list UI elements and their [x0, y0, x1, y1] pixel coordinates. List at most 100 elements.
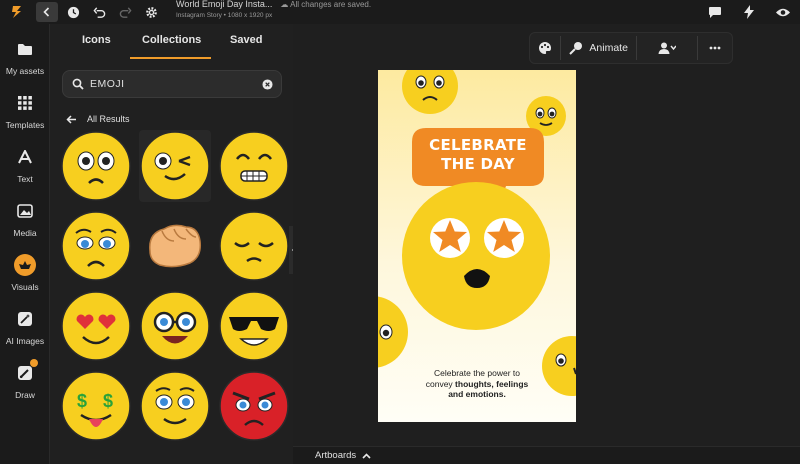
sidebar-item-label: AI Images [5, 336, 45, 346]
save-status-text: All changes are saved. [290, 0, 372, 9]
svg-text:$: $ [77, 391, 87, 411]
chevron-left-icon [43, 7, 50, 17]
emoji-result-grimacing-face[interactable] [218, 130, 290, 202]
redo-button[interactable] [114, 2, 136, 22]
brush-icon [14, 359, 38, 384]
body-line-2: convey thoughts, feelings [378, 379, 576, 390]
bottom-bar: Artboards [293, 446, 800, 464]
bubble-line-1: CELEBRATE [429, 136, 527, 154]
sad-emoji-graphic [402, 70, 458, 114]
artboards-toggle[interactable]: Artboards [315, 450, 371, 461]
artboards-label: Artboards [315, 450, 357, 461]
image-icon [14, 200, 36, 222]
emoji-result-angry-face[interactable] [218, 370, 290, 442]
bubble-headline[interactable]: CELEBRATE THE DAY [412, 136, 544, 174]
sidebar-item-templates[interactable]: Templates [0, 92, 50, 130]
artboard[interactable]: CELEBRATE THE DAY Celebrate the power to… [378, 70, 576, 422]
animate-label: Animate [589, 42, 628, 54]
back-button[interactable] [36, 2, 58, 22]
undo-icon [92, 6, 105, 18]
back-to-all-results[interactable]: All Results [66, 114, 130, 124]
notification-dot [30, 359, 38, 367]
arrow-left-icon [66, 114, 76, 124]
quick-actions-button[interactable] [734, 2, 764, 22]
body-line-2-bold: thoughts, feelings [455, 378, 529, 389]
text-icon [14, 146, 36, 168]
canvas-toolbar: Animate [529, 32, 733, 64]
lightning-icon [744, 5, 754, 19]
sidebar-item-label: Visuals [11, 282, 39, 292]
emoji-result-winking-face[interactable] [139, 130, 211, 202]
gear-icon [145, 6, 157, 18]
back-label: All Results [87, 114, 130, 124]
document-info: World Emoji Day Insta... ☁ All changes a… [176, 0, 372, 20]
emoji-result-money-mouth-face[interactable]: $ $ [60, 370, 132, 442]
poster-body-text[interactable]: Celebrate the power to convey thoughts, … [378, 368, 576, 400]
preview-button[interactable] [768, 2, 798, 22]
tab-saved[interactable]: Saved [230, 34, 262, 46]
animate-button[interactable]: Animate [561, 36, 637, 60]
emoji-result-heart-eyes-face[interactable] [60, 290, 132, 362]
folder-icon [14, 38, 36, 60]
document-subtitle: Instagram Story • 1080 x 1920 px [176, 12, 273, 20]
sidebar-item-label: Draw [15, 390, 35, 400]
settings-button[interactable] [140, 2, 162, 22]
clock-icon [67, 6, 79, 18]
sidebar-item-ai-images[interactable]: AI Images [0, 308, 50, 346]
body-line-2-plain: convey [425, 378, 456, 389]
sidebar-item-my-assets[interactable]: My assets [0, 38, 50, 76]
sidebar-item-media[interactable]: Media [0, 200, 50, 238]
active-tab-indicator [130, 57, 211, 59]
bubble-line-2: THE DAY [441, 155, 515, 173]
emoji-result-frowning-face[interactable] [60, 130, 132, 202]
svg-text:$: $ [103, 391, 113, 411]
body-line-3-bold: and emotions. [448, 389, 506, 400]
document-title[interactable]: World Emoji Day Insta... [176, 0, 272, 9]
canvas-area: Animate CELEBRATE THE DAY Celebrate the … [293, 24, 800, 446]
undo-button[interactable] [88, 2, 110, 22]
more-options-button[interactable] [698, 36, 732, 60]
sidebar-item-text[interactable]: Text [0, 146, 50, 184]
clear-search-icon[interactable] [262, 78, 273, 90]
sidebar-item-label: Media [13, 228, 37, 238]
history-button[interactable] [62, 2, 84, 22]
emoji-result-pensive-face[interactable] [218, 210, 290, 282]
grid-icon [14, 92, 36, 114]
chevron-up-icon [362, 452, 371, 459]
emoji-result-smiling-face[interactable] [139, 370, 211, 442]
search-input[interactable]: EMOJI [90, 78, 262, 90]
app-logo[interactable] [0, 0, 34, 24]
save-status: ☁ All changes are saved. [280, 0, 372, 9]
asset-panel: Icons Collections Saved EMOJI All Result… [50, 24, 293, 464]
star-eyes-emoji-graphic [402, 182, 550, 330]
eye-icon [776, 8, 790, 16]
comment-icon [709, 6, 721, 18]
color-palette-button[interactable] [530, 36, 560, 60]
sidebar-item-label: Templates [5, 120, 45, 130]
redo-icon [119, 6, 132, 18]
sidebar-item-label: Text [17, 174, 33, 184]
sidebar-item-draw[interactable]: Draw [0, 359, 50, 400]
sidebar-item-label: My assets [5, 66, 45, 76]
left-sidebar: My assets Templates Text Media Visuals A… [0, 24, 50, 464]
palette-icon [538, 42, 551, 54]
emoji-result-nerd-face[interactable] [139, 290, 211, 362]
search-box[interactable]: EMOJI [62, 70, 282, 98]
more-icon [709, 46, 721, 50]
users-icon [658, 42, 677, 54]
magic-wand-icon [14, 308, 36, 330]
comments-button[interactable] [700, 2, 730, 22]
emoji-result-worried-face[interactable] [60, 210, 132, 282]
emoji-result-sunglasses-face[interactable] [218, 290, 290, 362]
sidebar-item-visuals[interactable]: Visuals [0, 254, 50, 292]
emoji-result-fist[interactable] [139, 210, 211, 282]
search-icon [72, 78, 84, 90]
tab-icons[interactable]: Icons [82, 34, 111, 46]
collaborators-button[interactable] [637, 36, 697, 60]
animate-icon [569, 42, 583, 55]
tab-collections[interactable]: Collections [142, 34, 201, 46]
top-bar: World Emoji Day Insta... ☁ All changes a… [0, 0, 800, 24]
body-line-1: Celebrate the power to [434, 368, 520, 378]
visuals-icon [14, 254, 36, 276]
cloud-check-icon: ☁ [280, 0, 289, 9]
